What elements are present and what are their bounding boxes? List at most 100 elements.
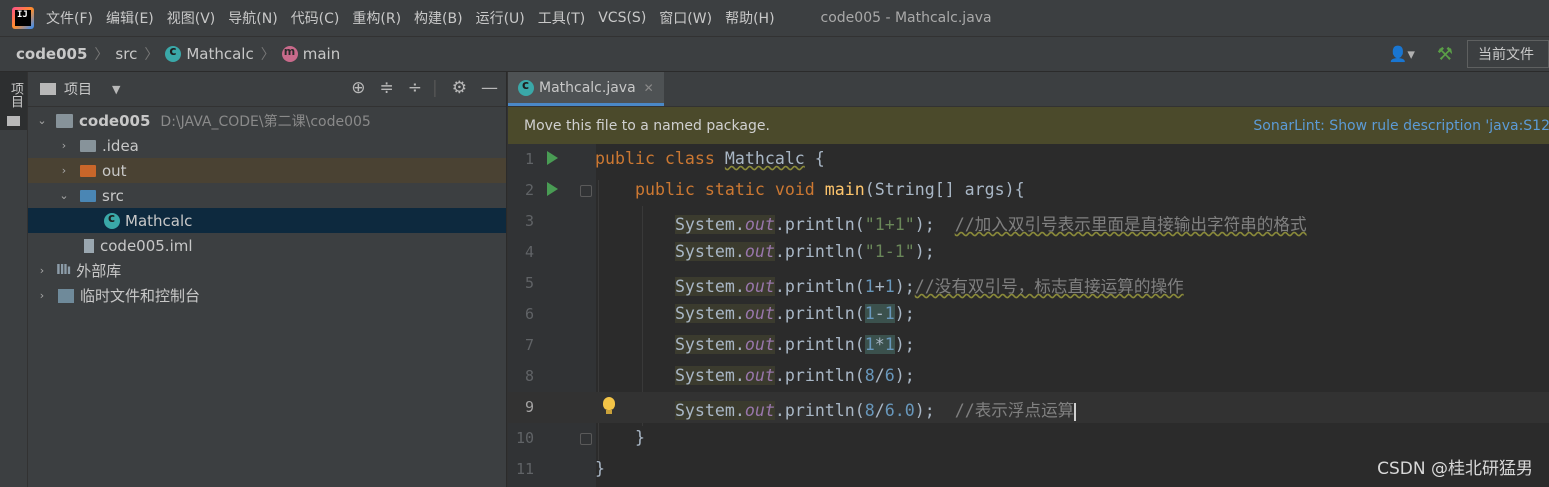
locate-target-icon[interactable]: ⊕ — [351, 78, 365, 98]
breadcrumb-project[interactable]: code005 — [16, 45, 87, 63]
fold-icon[interactable] — [580, 185, 592, 197]
code-text: System.out.println(1-1); — [674, 304, 915, 323]
editor-tab-mathcalc[interactable]: Mathcalc.java ✕ — [508, 72, 664, 106]
module-file-icon — [84, 238, 94, 253]
code-text: System.out.println("1-1"); — [674, 242, 935, 261]
text-caret — [1074, 402, 1077, 421]
tree-item-label: 临时文件和控制台 — [80, 287, 201, 305]
tree-item-scratches[interactable]: › 临时文件和控制台 — [28, 283, 506, 308]
run-configuration-select[interactable]: 当前文件 — [1467, 40, 1549, 68]
tree-item-src[interactable]: ⌄ src — [28, 183, 506, 208]
line-number: 5 — [524, 274, 534, 292]
line-number: 4 — [524, 243, 534, 261]
line-number: 8 — [524, 367, 534, 385]
breadcrumb-src[interactable]: src — [115, 45, 137, 63]
code-text: System.out.println(1*1); — [674, 335, 915, 354]
code-line: 6 System.out.println(1-1); — [508, 299, 1549, 330]
intellij-logo-icon: IJ — [12, 7, 34, 29]
code-line: 1 public class Mathcalc { — [508, 144, 1549, 175]
gear-icon[interactable]: ⚙ — [452, 78, 467, 98]
menu-view[interactable]: 视图(V) — [167, 8, 216, 28]
menu-window[interactable]: 窗口(W) — [659, 8, 712, 28]
code-line-current: 9 System.out.println(8/6.0); //表示浮点运算 — [508, 392, 1549, 423]
menu-run[interactable]: 运行(U) — [476, 8, 525, 28]
left-tool-stripe: 项目 — [0, 72, 28, 487]
project-tree: ⌄ code005 D:\JAVA_CODE\第二课\code005 › .id… — [28, 107, 506, 308]
folder-icon — [7, 116, 20, 126]
run-icon[interactable] — [547, 151, 558, 165]
breadcrumb-method-label: main — [302, 45, 341, 63]
breadcrumb-chevron-icon: 〉 — [260, 47, 275, 63]
line-number: 11 — [515, 460, 534, 478]
menu-code[interactable]: 代码(C) — [291, 8, 340, 28]
project-view-icon — [40, 83, 56, 95]
tree-item-root[interactable]: ⌄ code005 D:\JAVA_CODE\第二课\code005 — [28, 108, 506, 133]
editor: Mathcalc.java ✕ Move this file to a name… — [507, 72, 1549, 487]
tree-item-label: Mathcalc — [125, 211, 193, 230]
chevron-right-icon[interactable]: › — [56, 139, 72, 152]
chevron-down-icon[interactable]: ⌄ — [56, 189, 72, 202]
line-number: 2 — [524, 181, 534, 199]
code-line: 4 System.out.println("1-1"); — [508, 237, 1549, 268]
navigation-bar: code005 〉 src 〉 Mathcalc 〉 main 👤▾ ⚒ 当前文… — [0, 36, 1549, 72]
menu-refactor[interactable]: 重构(R) — [352, 8, 401, 28]
project-view-title[interactable]: 项目 — [64, 79, 92, 99]
line-number: 1 — [524, 150, 534, 168]
folder-icon — [80, 139, 96, 152]
code-line: 3 System.out.println("1+1"); //加入双引号表示里面… — [508, 206, 1549, 237]
breadcrumb-chevron-icon: 〉 — [94, 47, 109, 63]
editor-tab-label: Mathcalc.java — [539, 79, 636, 96]
code-text: public static void main(String[] args){ — [634, 180, 1025, 199]
code-line: 10 } — [508, 423, 1549, 454]
project-panel-header: 项目 ▼ ⊕ ≑ ÷ | ⚙ — — [28, 72, 506, 107]
menu-navigate[interactable]: 导航(N) — [228, 8, 277, 28]
menu-vcs[interactable]: VCS(S) — [598, 10, 646, 26]
menu-tools[interactable]: 工具(T) — [538, 8, 585, 28]
chevron-down-icon[interactable]: ▼ — [112, 83, 120, 96]
tree-item-external-libraries[interactable]: › Illı 外部库 — [28, 258, 506, 283]
tree-item-out[interactable]: › out — [28, 158, 506, 183]
minimize-icon[interactable]: — — [481, 78, 498, 98]
line-number: 6 — [524, 305, 534, 323]
menu-build[interactable]: 构建(B) — [414, 8, 463, 28]
class-icon — [104, 211, 120, 229]
breadcrumb-class[interactable]: Mathcalc — [165, 44, 254, 63]
code-comment: //加入双引号表示里面是直接输出字符串的格式 — [954, 215, 1307, 234]
code-line: 7 System.out.println(1*1); — [508, 330, 1549, 361]
project-tool-tab[interactable]: 项目 — [0, 72, 27, 130]
chevron-right-icon[interactable]: › — [56, 164, 72, 177]
banner-message: Move this file to a named package. — [524, 117, 770, 134]
breadcrumb-class-label: Mathcalc — [186, 45, 254, 63]
build-hammer-icon[interactable]: ⚒ — [1437, 44, 1453, 65]
close-icon[interactable]: ✕ — [644, 81, 654, 95]
chevron-right-icon[interactable]: › — [34, 289, 50, 302]
fold-icon[interactable] — [580, 433, 592, 445]
toolbar-right: 👤▾ ⚒ 当前文件 — [1389, 37, 1549, 71]
project-panel-tools: ⊕ ≑ ÷ | ⚙ — — [337, 78, 498, 98]
tree-item-iml[interactable]: code005.iml — [28, 233, 506, 258]
chevron-right-icon[interactable]: › — [34, 264, 50, 277]
library-icon: Illı — [56, 263, 71, 278]
line-number: 9 — [524, 398, 534, 416]
code-text: System.out.println(1+1);//没有双引号，标志直接运算的操… — [674, 277, 1184, 296]
tree-item-label: code005.iml — [100, 236, 193, 255]
code-line: 5 System.out.println(1+1);//没有双引号，标志直接运算… — [508, 268, 1549, 299]
breadcrumb-method[interactable]: main — [281, 45, 341, 63]
chevron-down-icon[interactable]: ⌄ — [34, 114, 50, 127]
tree-item-idea[interactable]: › .idea — [28, 133, 506, 158]
menu-file[interactable]: 文件(F) — [46, 8, 93, 28]
banner-link[interactable]: SonarLint: Show rule description 'java:S… — [1253, 118, 1549, 134]
menu-help[interactable]: 帮助(H) — [725, 8, 774, 28]
breadcrumb-chevron-icon: 〉 — [144, 47, 159, 63]
expand-all-icon[interactable]: ≑ — [380, 78, 394, 98]
code-area[interactable]: 1 public class Mathcalc { 2 public stati… — [508, 144, 1549, 487]
tree-item-mathcalc[interactable]: Mathcalc — [28, 208, 506, 233]
code-text: System.out.println(8/6.0); //表示浮点运算 — [674, 401, 1077, 421]
tree-item-label: src — [102, 186, 124, 205]
collapse-all-icon[interactable]: ÷ — [408, 78, 422, 98]
run-icon[interactable] — [547, 182, 558, 196]
menu-edit[interactable]: 编辑(E) — [106, 8, 154, 28]
user-icon[interactable]: 👤▾ — [1389, 45, 1415, 63]
root-path: D:\JAVA_CODE\第二课\code005 — [160, 113, 371, 130]
scratches-icon — [58, 288, 74, 303]
